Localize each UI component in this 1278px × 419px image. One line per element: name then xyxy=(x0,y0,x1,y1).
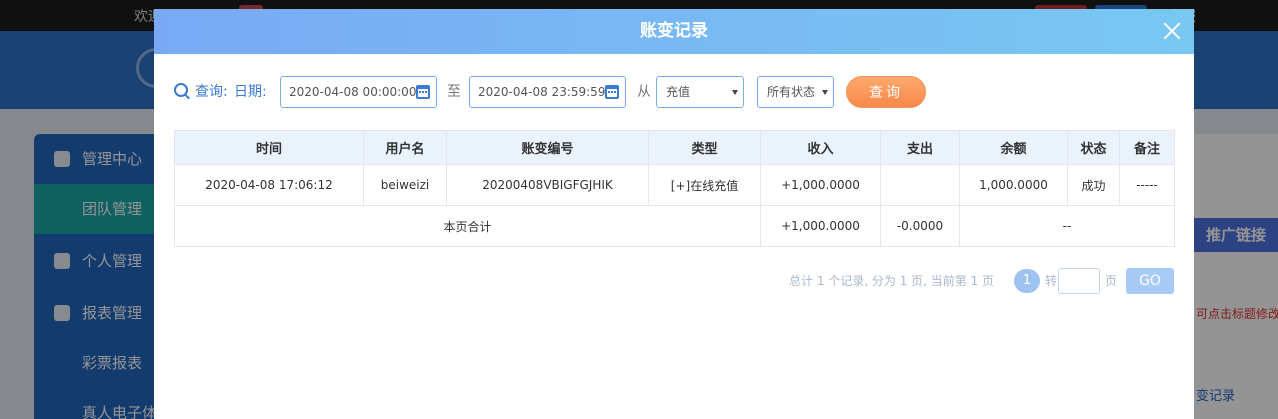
to-label: 至 xyxy=(447,84,461,100)
summary-label: 本页合计 xyxy=(174,205,761,247)
status-select-value: 所有状态 xyxy=(767,85,816,99)
page-jump-input[interactable] xyxy=(1058,268,1100,294)
table-row: 2020-04-08 17:06:12 beiweizi 20200408VBI… xyxy=(174,164,1175,206)
cell-remark: ----- xyxy=(1119,164,1175,206)
query-label: 查询: xyxy=(195,84,228,100)
go-button[interactable]: GO xyxy=(1126,268,1174,294)
type-select-value: 充值 xyxy=(666,85,691,99)
modal-title: 账变记录 xyxy=(640,21,708,41)
cell-type: [+]在线充值 xyxy=(648,164,761,206)
cell-time: 2020-04-08 17:06:12 xyxy=(174,164,364,206)
column-header-record-no[interactable]: 账变编号 xyxy=(446,130,649,165)
page-number-current[interactable]: 1 xyxy=(1014,269,1040,293)
column-header-time[interactable]: 时间 xyxy=(174,130,364,165)
type-select[interactable]: 充值 xyxy=(656,76,744,108)
ledger-table: 时间 用户名 账变编号 类型 收入 支出 余额 状态 备注 2020-04-08… xyxy=(174,130,1175,247)
column-header-expense[interactable]: 支出 xyxy=(880,130,960,165)
summary-income: +1,000.0000 xyxy=(760,205,881,247)
end-date-value: 2020-04-08 23:59:59 xyxy=(478,85,606,99)
cell-record-no: 20200408VBIGFGJHIK xyxy=(446,164,649,206)
cell-balance: 1,000.0000 xyxy=(959,164,1068,206)
start-date-value: 2020-04-08 00:00:00 xyxy=(289,85,417,99)
cell-expense xyxy=(880,164,960,206)
query-bar: 查询: 日期: 2020-04-08 00:00:00 至 2020-04-08… xyxy=(174,76,1174,108)
end-date-input[interactable]: 2020-04-08 23:59:59 xyxy=(469,76,626,108)
calendar-icon[interactable] xyxy=(416,85,430,99)
start-date-input[interactable]: 2020-04-08 00:00:00 xyxy=(280,76,437,108)
summary-expense: -0.0000 xyxy=(880,205,960,247)
summary-rest: -- xyxy=(959,205,1175,247)
page-unit-label: 页 xyxy=(1105,274,1118,288)
date-label: 日期: xyxy=(234,84,267,100)
chevron-down-icon xyxy=(822,90,828,95)
query-button[interactable]: 查询 xyxy=(846,76,926,108)
cell-income: +1,000.0000 xyxy=(760,164,881,206)
close-icon[interactable] xyxy=(1160,19,1184,43)
cell-username: beiweizi xyxy=(363,164,447,206)
summary-row: 本页合计 +1,000.0000 -0.0000 -- xyxy=(174,205,1175,247)
table-header-row: 时间 用户名 账变编号 类型 收入 支出 余额 状态 备注 xyxy=(174,130,1175,165)
column-header-income[interactable]: 收入 xyxy=(760,130,881,165)
search-icon xyxy=(174,83,192,101)
from-label: 从 xyxy=(637,84,651,100)
cell-status: 成功 xyxy=(1067,164,1120,206)
column-header-username[interactable]: 用户名 xyxy=(363,130,447,165)
column-header-remark[interactable]: 备注 xyxy=(1119,130,1175,165)
ledger-modal: 账变记录 查询: 日期: 2020-04-08 00:00:00 至 2020-… xyxy=(154,9,1194,419)
calendar-icon[interactable] xyxy=(605,85,619,99)
pager-summary: 总计 1 个记录, 分为 1 页, 当前第 1 页 xyxy=(789,274,995,288)
column-header-balance[interactable]: 余额 xyxy=(959,130,1068,165)
column-header-status[interactable]: 状态 xyxy=(1067,130,1120,165)
chevron-down-icon xyxy=(732,90,738,95)
status-select[interactable]: 所有状态 xyxy=(757,76,834,108)
column-header-type[interactable]: 类型 xyxy=(648,130,761,165)
pagination: 总计 1 个记录, 分为 1 页, 当前第 1 页 1 转至 页 GO xyxy=(174,267,1174,295)
modal-header: 账变记录 xyxy=(154,9,1194,54)
